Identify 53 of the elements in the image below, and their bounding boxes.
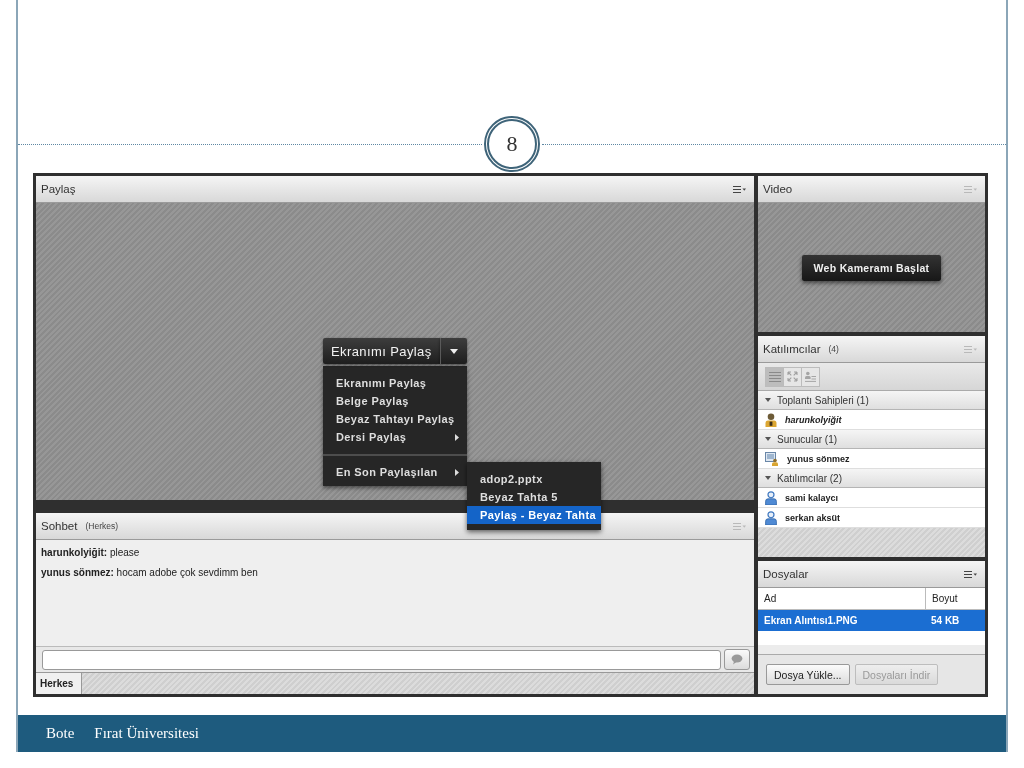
participant-item[interactable]: yunus sönmez — [758, 449, 985, 469]
menu-item[interactable]: Dersi Paylaş — [323, 428, 467, 446]
person-icon — [765, 490, 777, 505]
chat-message: yunus sönmez: hocam adobe çok sevdimm ben — [41, 567, 259, 579]
message-input[interactable] — [42, 649, 721, 670]
person-icon — [765, 510, 777, 525]
panel-title: Katılımcılar — [763, 343, 821, 355]
column-header[interactable]: Ad — [758, 588, 925, 609]
group-header[interactable]: Toplantı Sahipleri (1) — [758, 391, 985, 410]
participant-count: (4) — [828, 344, 839, 354]
participant-item[interactable]: serkan aksüt — [758, 508, 985, 528]
slide-number: 8 — [484, 116, 540, 172]
menu-item[interactable]: Beyaz Tahta 5 — [467, 488, 601, 506]
expand-arrows-icon — [787, 371, 798, 382]
panel-menu-icon[interactable] — [964, 570, 977, 578]
detail-view-button[interactable] — [801, 366, 820, 387]
person-list-icon — [805, 371, 816, 382]
menu-item[interactable]: Paylaş - Beyaz Tahta — [467, 506, 601, 524]
group-header[interactable]: Katılımcılar (2) — [758, 469, 985, 488]
panel-menu-icon[interactable] — [733, 185, 746, 193]
monitor-person-icon — [765, 451, 779, 466]
send-button[interactable] — [724, 649, 750, 670]
footer-text: Bote — [46, 725, 75, 742]
caret-down-icon — [450, 348, 458, 354]
group-header[interactable]: Sunucular (1) — [758, 430, 985, 449]
upload-button[interactable]: Dosya Yükle... — [766, 664, 850, 685]
webcam-button[interactable]: Web Kameramı Başlat — [801, 254, 942, 281]
participant-item[interactable]: harunkolyiğit — [758, 410, 985, 430]
panel-title: Paylaş — [41, 183, 76, 195]
menu-item[interactable]: Ekranımı Paylaş — [323, 374, 467, 392]
chat-tab[interactable]: Herkes — [36, 673, 82, 694]
dropdown-button[interactable] — [440, 338, 467, 364]
chat-scope: (Herkes) — [85, 521, 119, 531]
column-header[interactable]: Boyut — [925, 588, 985, 609]
expand-view-button[interactable] — [783, 366, 802, 387]
menu-item[interactable]: adop2.pptx — [467, 470, 601, 488]
table-cell-text: Ekran Alıntısı1.PNG — [763, 614, 859, 628]
menu-item[interactable]: En Son Paylaşılan — [323, 463, 467, 481]
list-view-button[interactable] — [765, 366, 784, 387]
footer-text: Fırat Üniversitesi — [94, 725, 199, 742]
speech-bubble-icon — [731, 654, 743, 665]
table-cell-text: 54 KB — [930, 614, 961, 628]
participant-item[interactable]: sami kalaycı — [758, 488, 985, 508]
panel-title: Dosyalar — [763, 568, 809, 580]
host-person-icon — [765, 412, 777, 427]
menu-item[interactable]: Belge Paylaş — [323, 392, 467, 410]
list-icon — [768, 371, 781, 382]
file-row[interactable]: Ekran Alıntısı1.PNG 54 KB — [758, 610, 985, 631]
menu-item[interactable]: Beyaz Tahtayı Paylaş — [323, 410, 467, 428]
share-screen-button[interactable]: Ekranımı Paylaş — [323, 338, 440, 364]
chat-message: harunkolyiğit: please — [41, 547, 141, 559]
panel-title: Sohbet — [41, 520, 78, 532]
panel-title: Video — [763, 183, 793, 195]
